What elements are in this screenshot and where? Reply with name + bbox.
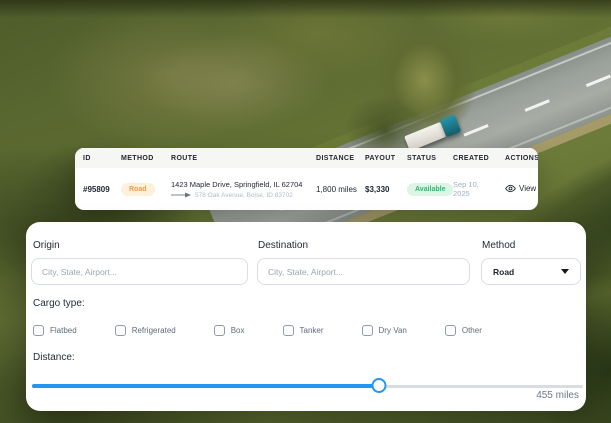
cargo-type-label: Cargo type: — [33, 298, 85, 309]
loads-table: ID METHOD ROUTE DISTANCE PAYOUT STATUS C… — [75, 148, 538, 210]
view-label: View — [519, 183, 537, 193]
col-header-created: CREATED — [453, 154, 490, 162]
table-header: ID METHOD ROUTE DISTANCE PAYOUT STATUS C… — [75, 148, 538, 168]
method-select-value: Road — [493, 266, 515, 277]
payout-cell: $3,330 — [365, 184, 390, 194]
arrow-right-icon — [171, 192, 191, 198]
method-badge: Road — [121, 182, 155, 196]
grass-patch — [140, 35, 330, 130]
col-header-distance: DISTANCE — [316, 154, 355, 162]
status-cell: Available — [399, 182, 454, 196]
cargo-options: Flatbed Refrigerated Box Tanker Dry Van … — [33, 325, 482, 336]
origin-label: Origin — [33, 240, 60, 251]
cargo-option: Other — [444, 325, 482, 336]
method-label: Method — [482, 240, 516, 251]
cargo-option-label: Other — [461, 326, 482, 335]
method-select[interactable]: Road — [481, 258, 581, 285]
distance-label: Distance: — [33, 352, 75, 363]
col-header-method: METHOD — [121, 154, 154, 162]
cargo-option: Tanker — [282, 325, 324, 336]
cargo-option-label: Flatbed — [50, 326, 77, 335]
filter-panel: Origin Destination Method Road Cargo typ… — [26, 222, 586, 411]
slider-thumb[interactable] — [371, 378, 387, 393]
cargo-checkbox[interactable] — [33, 325, 44, 336]
method-cell: Road — [113, 182, 163, 196]
route-to: 578 Oak Avenue, Boise, ID 83702 — [195, 191, 293, 199]
cargo-option-label: Tanker — [299, 326, 324, 335]
distance-value: 455 miles — [536, 390, 579, 401]
view-button[interactable]: View — [505, 183, 536, 194]
origin-input[interactable] — [31, 258, 248, 285]
cargo-option: Box — [213, 325, 245, 336]
col-header-route: ROUTE — [171, 154, 198, 162]
col-header-status: STATUS — [407, 154, 437, 162]
cargo-option-label: Box — [230, 326, 245, 335]
destination-input[interactable] — [257, 258, 470, 285]
eye-icon — [505, 184, 516, 192]
cargo-option: Flatbed — [33, 325, 77, 336]
chevron-down-icon — [561, 269, 569, 274]
slider-fill — [32, 384, 380, 388]
cargo-option: Refrigerated — [114, 325, 176, 336]
destination-label: Destination — [258, 240, 309, 251]
col-header-id: ID — [83, 154, 91, 162]
load-id: #95809 — [83, 184, 110, 194]
table-row: #95809 Road 1423 Maple Drive, Springfiel… — [75, 168, 538, 210]
col-header-payout: PAYOUT — [365, 154, 396, 162]
app-window: ID METHOD ROUTE DISTANCE PAYOUT STATUS C… — [0, 0, 611, 423]
cargo-checkbox[interactable] — [361, 325, 373, 336]
actions-cell: View — [497, 183, 538, 196]
distance-cell: 1,800 miles — [316, 184, 357, 194]
cargo-option-label: Refrigerated — [131, 326, 176, 335]
created-cell: Sep 10, 2025 — [453, 180, 479, 198]
col-header-actions: ACTIONS — [505, 154, 538, 162]
cargo-checkbox[interactable] — [444, 325, 456, 336]
route-from: 1423 Maple Drive, Springfield, IL 62704 — [171, 179, 303, 189]
cargo-checkbox[interactable] — [282, 325, 294, 336]
cargo-option: Dry Van — [361, 325, 407, 336]
cargo-option-label: Dry Van — [378, 326, 407, 335]
distance-slider[interactable] — [32, 378, 583, 394]
route-cell: 1423 Maple Drive, Springfield, IL 62704 … — [163, 180, 308, 199]
cargo-checkbox[interactable] — [114, 325, 126, 336]
cargo-checkbox[interactable] — [213, 325, 225, 336]
